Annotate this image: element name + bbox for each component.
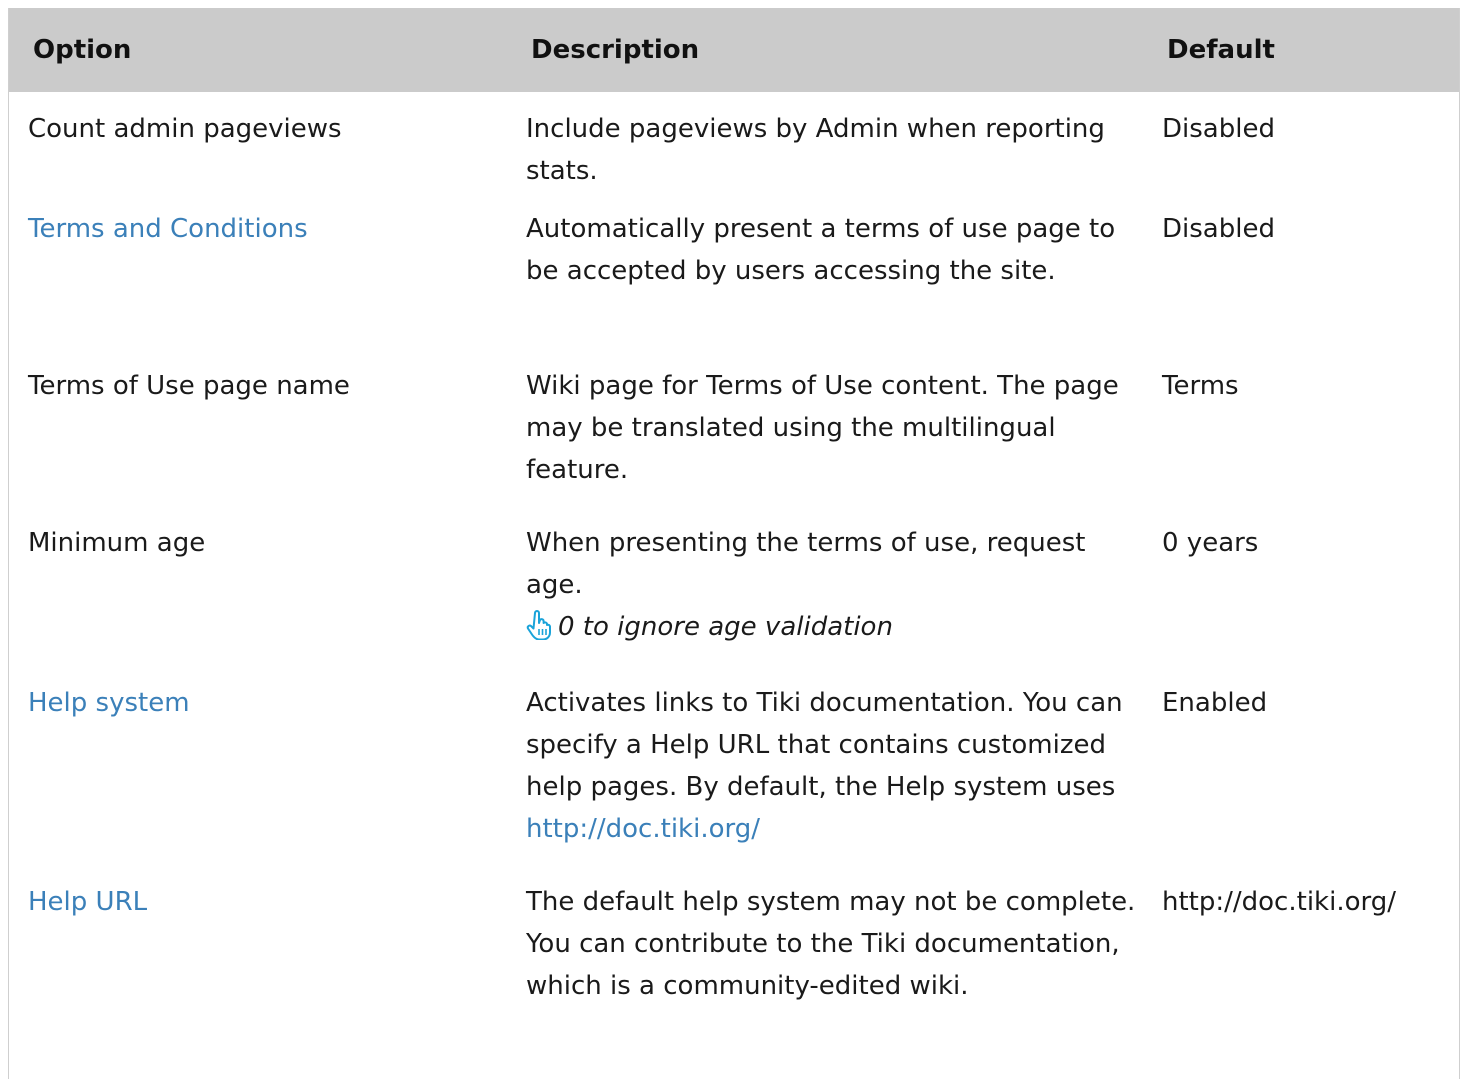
table-row: Count admin pageviews Include pageviews … <box>9 92 1459 208</box>
table-row: Terms of Use page name Wiki page for Ter… <box>9 365 1459 522</box>
default-cell: 0 years <box>1162 528 1259 558</box>
description-cell: When presenting the terms of use, reques… <box>507 522 1143 682</box>
option-cell: Minimum age <box>28 528 206 558</box>
header-option: Option <box>33 35 132 65</box>
default-cell: http://doc.tiki.org/ <box>1162 887 1396 917</box>
preferences-table: Option Description Default Count admin p… <box>9 8 1459 1081</box>
tip-note: 0 to ignore age validation <box>526 606 1143 648</box>
default-cell: Disabled <box>1162 214 1275 244</box>
option-link-terms-and-conditions[interactable]: Terms and Conditions <box>28 214 308 244</box>
description-cell: Automatically present a terms of use pag… <box>526 214 1116 286</box>
default-cell: Enabled <box>1162 688 1268 718</box>
doc-tiki-link[interactable]: http://doc.tiki.org/ <box>526 814 760 844</box>
option-link-help-url[interactable]: Help URL <box>28 887 147 917</box>
header-default: Default <box>1167 35 1275 65</box>
description-text: When presenting the terms of use, reques… <box>526 528 1086 600</box>
table-row: Help URL The default help system may not… <box>9 881 1459 1081</box>
option-cell: Help system <box>9 682 507 881</box>
option-cell: Terms of Use page name <box>28 371 350 401</box>
default-cell: Terms <box>1162 371 1239 401</box>
description-cell: Include pageviews by Admin when reportin… <box>526 114 1105 186</box>
option-cell: Count admin pageviews <box>28 114 342 144</box>
table-row: Help system Activates links to Tiki docu… <box>9 682 1459 881</box>
table-header-row: Option Description Default <box>9 8 1459 92</box>
default-cell: Disabled <box>1162 114 1275 144</box>
table-row: Terms and Conditions Automatically prese… <box>9 208 1459 365</box>
description-cell: Wiki page for Terms of Use content. The … <box>526 371 1119 485</box>
description-text: Activates links to Tiki documentation. Y… <box>526 688 1123 802</box>
option-cell: Terms and Conditions <box>9 208 507 365</box>
tip-text: 0 to ignore age validation <box>558 612 893 642</box>
description-cell: Activates links to Tiki documentation. Y… <box>507 682 1143 881</box>
preferences-table-container: Option Description Default Count admin p… <box>8 8 1460 1079</box>
option-cell: Help URL <box>9 881 507 1081</box>
option-link-help-system[interactable]: Help system <box>28 688 190 718</box>
table-row: Minimum age When presenting the terms of… <box>9 522 1459 682</box>
description-cell: The default help system may not be compl… <box>526 887 1136 1001</box>
header-description: Description <box>531 35 700 65</box>
pointing-hand-icon <box>526 610 552 641</box>
